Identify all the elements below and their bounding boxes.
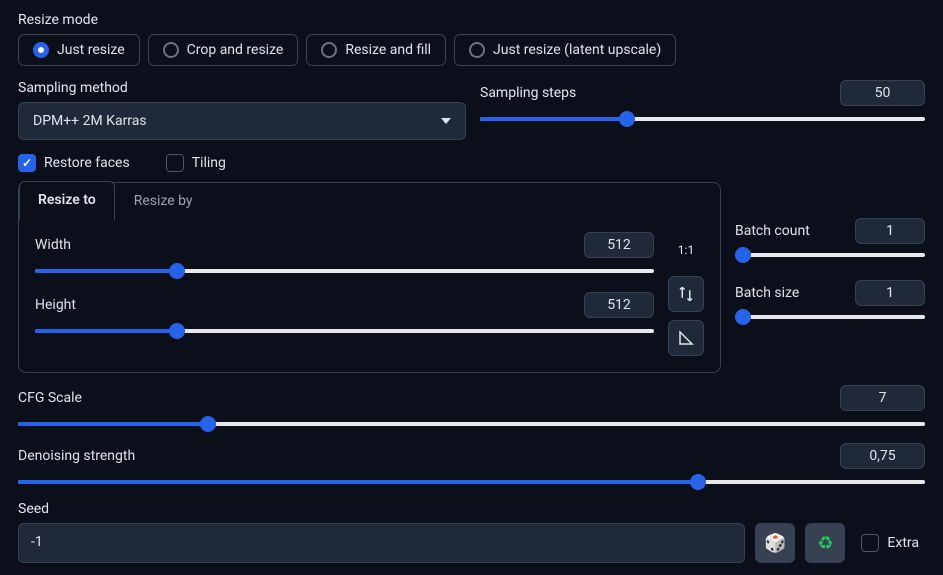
recycle-icon: ♻ (817, 533, 833, 554)
height-slider[interactable] (35, 324, 654, 338)
sampling-method-label: Sampling method (18, 80, 466, 96)
aspect-ratio-label: 1:1 (668, 232, 704, 268)
resize-mode-option-latent[interactable]: Just resize (latent upscale) (454, 34, 676, 66)
swap-dimensions-button[interactable] (668, 276, 704, 312)
sampling-method-value: DPM++ 2M Karras (33, 113, 147, 129)
height-label: Height (35, 297, 76, 313)
restore-faces-checkbox[interactable]: Restore faces (18, 154, 130, 172)
batch-size-value[interactable]: 1 (855, 280, 925, 306)
radio-option-label: Resize and fill (345, 42, 431, 58)
tab-resize-to[interactable]: Resize to (19, 181, 115, 220)
seed-input[interactable]: -1 (18, 523, 745, 563)
denoise-slider[interactable] (18, 475, 925, 489)
cfg-scale-value[interactable]: 7 (840, 385, 925, 411)
sampling-steps-slider[interactable] (480, 112, 925, 126)
dice-icon: 🎲 (764, 533, 786, 554)
width-slider[interactable] (35, 264, 654, 278)
chevron-down-icon (441, 118, 451, 124)
extra-label: Extra (887, 535, 919, 551)
tiling-label: Tiling (192, 155, 226, 171)
width-value[interactable]: 512 (584, 232, 654, 258)
batch-count-value[interactable]: 1 (855, 218, 925, 244)
random-seed-button[interactable]: 🎲 (755, 523, 795, 563)
sampling-method-select[interactable]: DPM++ 2M Karras (18, 102, 466, 140)
height-value[interactable]: 512 (584, 292, 654, 318)
sampling-steps-value[interactable]: 50 (840, 80, 925, 106)
batch-size-label: Batch size (735, 285, 799, 301)
resize-mode-group: Just resize Crop and resize Resize and f… (18, 34, 925, 66)
denoise-label: Denoising strength (18, 448, 135, 464)
seed-label: Seed (18, 501, 925, 517)
denoise-value[interactable]: 0,75 (840, 443, 925, 469)
sampling-steps-label: Sampling steps (480, 85, 576, 101)
batch-size-slider[interactable] (735, 310, 925, 324)
tiling-checkbox[interactable]: Tiling (166, 154, 226, 172)
cfg-scale-label: CFG Scale (18, 390, 82, 406)
reuse-seed-button[interactable]: ♻ (805, 523, 845, 563)
batch-count-slider[interactable] (735, 248, 925, 262)
aspect-tool-button[interactable] (668, 320, 704, 356)
width-label: Width (35, 237, 71, 253)
swap-icon (677, 285, 695, 303)
tab-resize-by[interactable]: Resize by (115, 182, 212, 219)
radio-option-label: Just resize (latent upscale) (493, 42, 661, 58)
batch-count-label: Batch count (735, 223, 810, 239)
resize-mode-option-crop[interactable]: Crop and resize (148, 34, 299, 66)
restore-faces-label: Restore faces (44, 155, 130, 171)
resize-mode-option-just-resize[interactable]: Just resize (18, 34, 140, 66)
resize-mode-option-fill[interactable]: Resize and fill (306, 34, 446, 66)
extra-checkbox[interactable]: Extra (855, 523, 925, 563)
resize-tabs: Resize to Resize by Width 512 (18, 182, 721, 373)
resize-mode-label: Resize mode (18, 12, 925, 28)
radio-option-label: Just resize (57, 42, 125, 58)
ruler-icon (677, 329, 695, 347)
radio-option-label: Crop and resize (187, 42, 284, 58)
cfg-scale-slider[interactable] (18, 417, 925, 431)
